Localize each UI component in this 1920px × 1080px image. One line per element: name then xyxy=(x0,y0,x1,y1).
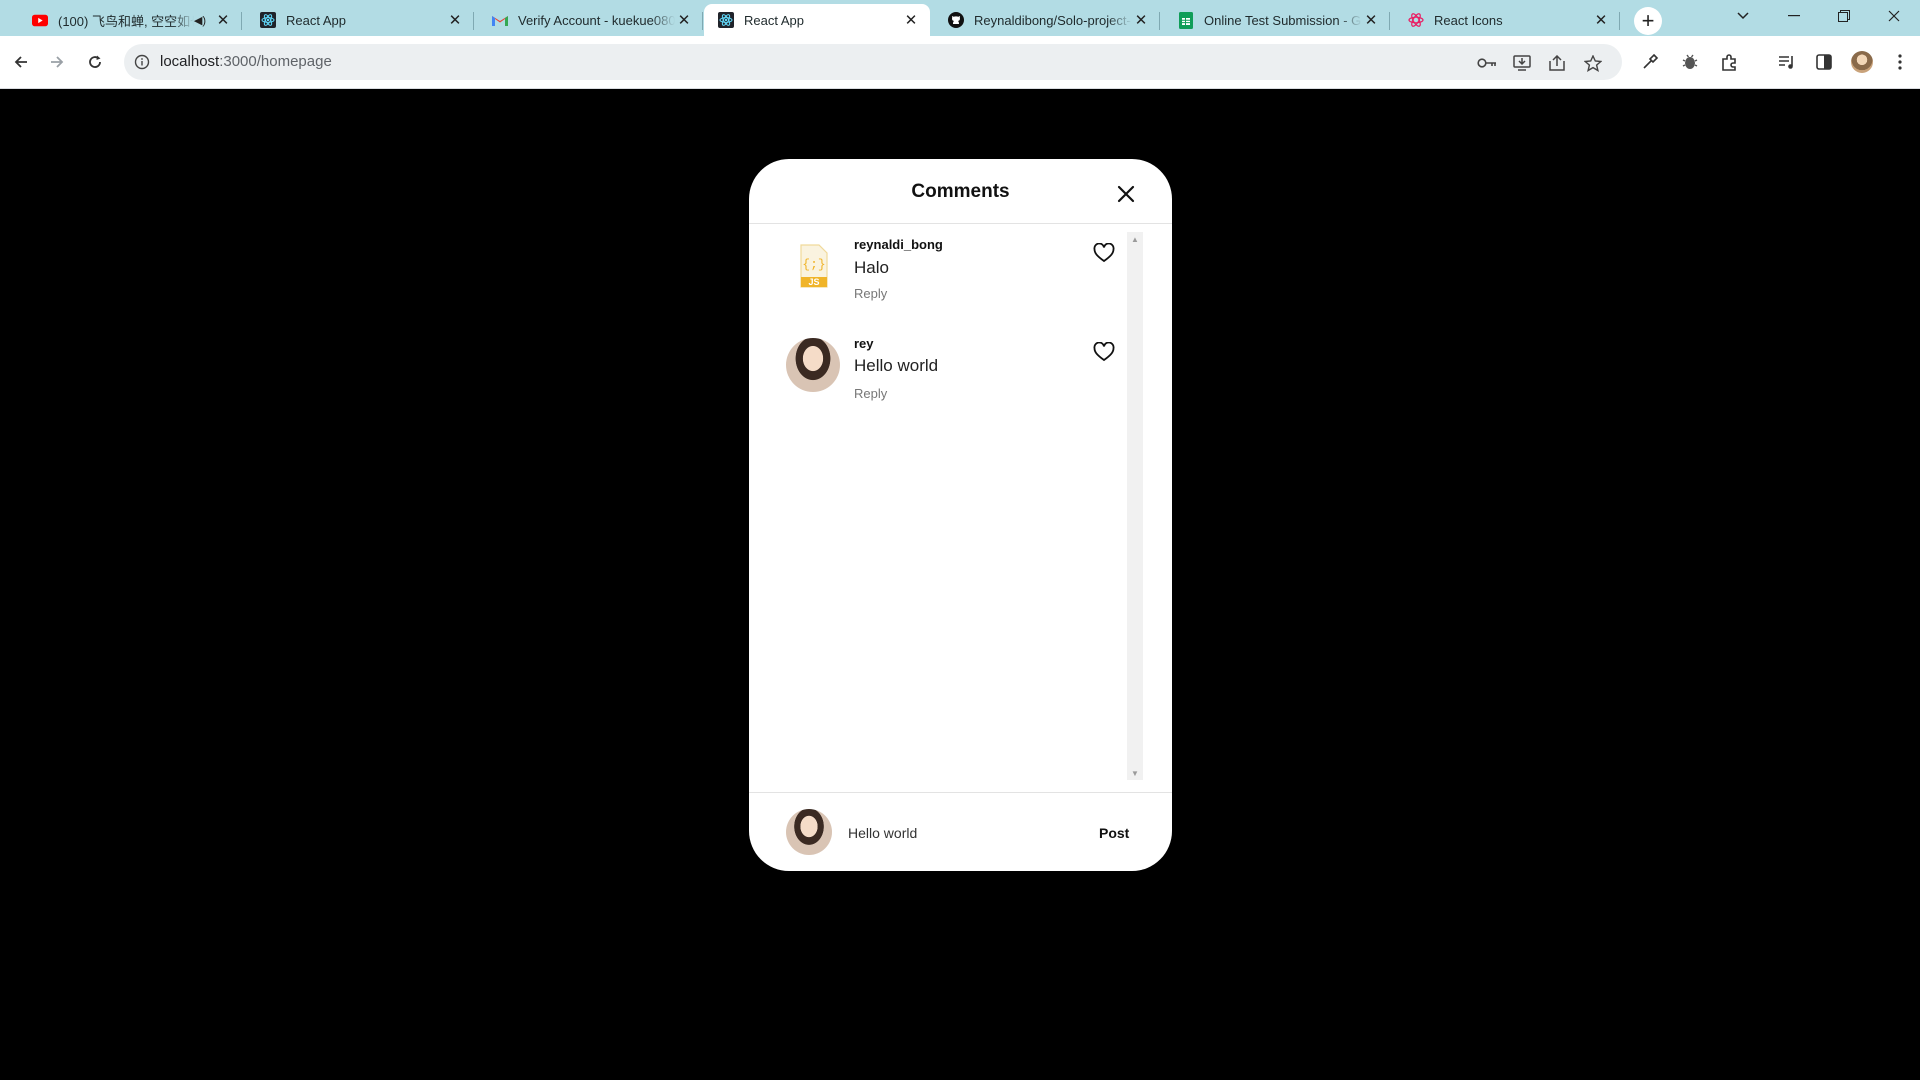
comment-scrollbar[interactable]: ▲ ▼ xyxy=(1127,232,1143,780)
reload-button[interactable] xyxy=(81,48,109,76)
close-tab-icon[interactable]: ✕ xyxy=(675,11,693,29)
svg-text:{;}: {;} xyxy=(802,257,825,272)
close-tab-icon[interactable]: ✕ xyxy=(902,11,920,29)
heart-icon[interactable] xyxy=(1093,342,1115,362)
gmail-icon xyxy=(492,12,508,28)
site-info-icon[interactable] xyxy=(134,54,150,70)
profile-avatar[interactable] xyxy=(1848,48,1876,76)
comment-composer: Post xyxy=(749,792,1172,871)
back-button[interactable] xyxy=(7,48,35,76)
restore-button[interactable] xyxy=(1821,0,1867,32)
heart-icon[interactable] xyxy=(1093,243,1115,263)
menu-icon[interactable] xyxy=(1886,48,1914,76)
avatar xyxy=(786,809,832,855)
comment-item: {;} JS reynaldi_bong Halo Reply xyxy=(749,224,1119,314)
react-icon xyxy=(260,12,276,28)
tab-title: React Icons xyxy=(1434,12,1503,28)
tab-github[interactable]: Reynaldibong/Solo-project- ✕ xyxy=(934,4,1160,36)
react-icons-icon xyxy=(1408,12,1424,28)
install-app-icon[interactable] xyxy=(1512,53,1532,73)
address-bar[interactable]: localhost:3000/homepage xyxy=(124,44,1622,80)
close-tab-icon[interactable]: ✕ xyxy=(1132,11,1150,29)
forward-button[interactable] xyxy=(43,48,71,76)
tab-search-icon[interactable] xyxy=(1720,0,1766,32)
tab-gmail[interactable]: Verify Account - kuekue0801 ✕ xyxy=(478,4,703,36)
tab-title: (100) 飞鸟和蝉, 空空如也 xyxy=(58,13,194,29)
bug-extension-icon[interactable] xyxy=(1676,48,1704,76)
tab-google-sheets[interactable]: Online Test Submission - Go ✕ xyxy=(1164,4,1390,36)
user-photo-avatar xyxy=(786,338,840,392)
avatar xyxy=(786,338,840,392)
reply-button[interactable]: Reply xyxy=(854,386,887,401)
browser-toolbar: localhost:3000/homepage xyxy=(0,36,1920,89)
close-tab-icon[interactable]: ✕ xyxy=(1362,11,1380,29)
react-icon xyxy=(718,12,734,28)
new-tab-button[interactable]: + xyxy=(1634,7,1662,35)
modal-title: Comments xyxy=(911,181,1010,202)
comment-list[interactable]: {;} JS reynaldi_bong Halo Reply rey Hello… xyxy=(749,224,1172,784)
url-text[interactable]: localhost:3000/homepage xyxy=(160,53,332,70)
scroll-up-arrow-icon[interactable]: ▲ xyxy=(1127,232,1143,246)
scroll-down-arrow-icon[interactable]: ▼ xyxy=(1127,766,1143,780)
avatar xyxy=(1851,51,1873,73)
side-panel-icon[interactable] xyxy=(1810,48,1838,76)
current-user-avatar xyxy=(786,809,832,855)
comments-modal: Comments {;} JS reynaldi_bong Halo Reply … xyxy=(749,159,1172,871)
modal-header: Comments xyxy=(749,159,1172,224)
github-icon xyxy=(948,12,964,28)
tab-title: React App xyxy=(744,12,804,28)
share-icon[interactable] xyxy=(1547,53,1567,73)
comment-text: Hello world xyxy=(854,356,939,375)
comment-text: Halo xyxy=(854,258,889,277)
comment-username[interactable]: rey xyxy=(854,336,874,351)
close-window-button[interactable] xyxy=(1871,0,1917,32)
svg-text:JS: JS xyxy=(808,277,819,287)
tab-react-app[interactable]: React App ✕ xyxy=(246,4,474,36)
js-file-icon: {;} JS xyxy=(786,239,840,293)
eyedropper-icon[interactable] xyxy=(1636,48,1664,76)
tab-title: Verify Account - kuekue0801 xyxy=(518,12,675,28)
extensions-puzzle-icon[interactable] xyxy=(1716,48,1744,76)
close-tab-icon[interactable]: ✕ xyxy=(446,11,464,29)
key-icon[interactable] xyxy=(1477,53,1497,73)
minimize-button[interactable] xyxy=(1771,0,1817,32)
tab-title: Online Test Submission - Go xyxy=(1204,12,1362,28)
reply-button[interactable]: Reply xyxy=(854,286,887,301)
close-tab-icon[interactable]: ✕ xyxy=(214,11,232,29)
close-icon[interactable] xyxy=(1116,184,1136,204)
comment-username[interactable]: reynaldi_bong xyxy=(854,237,943,252)
post-button[interactable]: Post xyxy=(1099,825,1129,841)
youtube-icon xyxy=(32,12,48,28)
tab-strip: (100) 飞鸟和蝉, 空空如也 ◀) ✕ React App ✕ Verify… xyxy=(0,0,1920,36)
media-controls-icon[interactable] xyxy=(1773,48,1801,76)
google-sheets-icon xyxy=(1178,11,1194,29)
bookmark-star-icon[interactable] xyxy=(1583,53,1603,73)
tab-title: Reynaldibong/Solo-project- xyxy=(974,12,1131,28)
tab-react-app-active[interactable]: React App ✕ xyxy=(704,4,930,36)
tab-react-icons[interactable]: React Icons ✕ xyxy=(1394,4,1620,36)
comment-item: rey Hello world Reply xyxy=(749,324,1119,414)
tab-youtube[interactable]: (100) 飞鸟和蝉, 空空如也 ◀) ✕ xyxy=(18,4,242,36)
tab-title: React App xyxy=(286,12,346,28)
close-tab-icon[interactable]: ✕ xyxy=(1592,11,1610,29)
speaker-icon[interactable]: ◀) xyxy=(194,14,206,27)
comment-input[interactable] xyxy=(846,817,1070,849)
